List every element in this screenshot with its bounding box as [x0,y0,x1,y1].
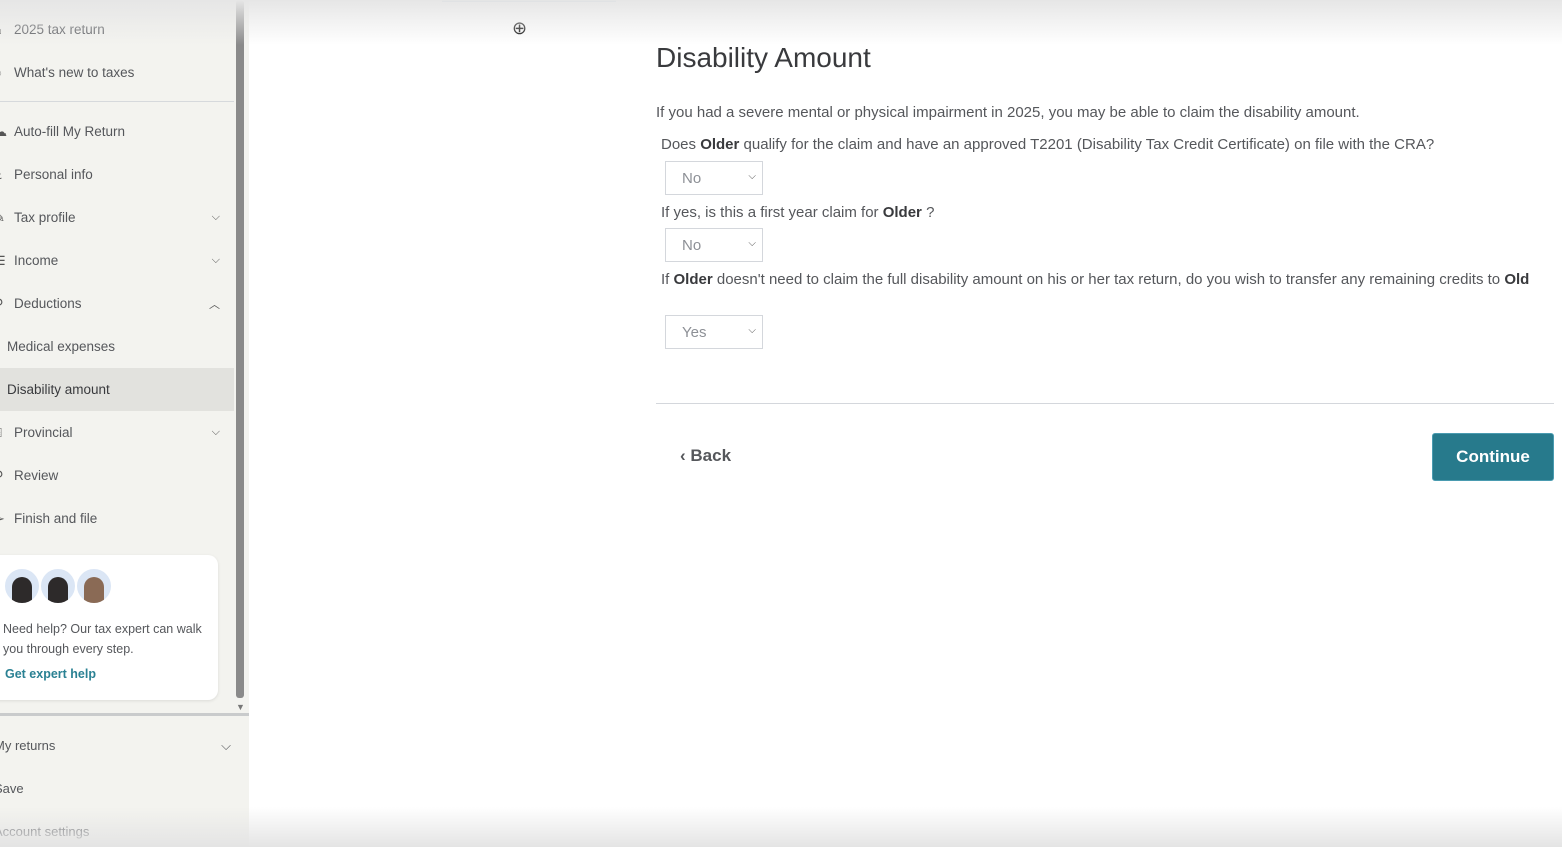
divider [0,713,249,716]
save-item[interactable]: Save [0,781,243,796]
expert-avatars [3,567,113,605]
t2201-select[interactable]: No ⌵ [665,161,763,195]
sidebar-item-finish-and-file[interactable]: ➢Finish and file [0,497,234,540]
chevron-down-icon: ⌵ [211,254,220,266]
intro-text: If you had a severe mental or physical i… [656,104,1360,121]
sidebar-item-disability-amount[interactable]: Disability amount [0,368,234,411]
text: ? [921,204,935,221]
sidebar-scrollbar[interactable] [236,0,244,698]
label: Deductions [14,296,82,311]
name: Older [882,204,922,221]
question-1: Does Older qualify for the claim and hav… [661,135,1551,154]
my-returns-item[interactable]: My returns ⌵ [0,738,243,753]
first-year-select[interactable]: No ⌵ [665,228,763,262]
text: doesn't need to claim the full disabilit… [712,271,1505,288]
expert-help-card: Need help? Our tax expert can walk you t… [0,555,218,700]
chevron-down-icon: ⌵ [221,738,231,753]
edit-icon: ✎ [0,210,14,226]
sidebar-item-tax-return[interactable]: ⌂2025 tax return [0,8,234,51]
home-icon: ⌂ [0,22,14,37]
text: Does [661,136,701,153]
sidebar-item-personal-info[interactable]: ᴥPersonal info [0,153,234,196]
chevron-down-icon: ⌵ [211,211,220,223]
sidebar-item-income[interactable]: ☰Income ⌵ [0,239,234,282]
building-icon: ⌸ [0,425,14,441]
text: If [661,271,674,288]
income-icon: ☰ [0,253,14,269]
label: Auto-fill My Return [14,124,126,139]
sidebar-item-deductions[interactable]: ⚲Deductions ︿ [0,282,234,325]
divider [0,101,234,102]
avatar [39,567,77,605]
review-icon: ⚲ [0,468,14,484]
sidebar-item-review[interactable]: ⚲Review [0,454,234,497]
label: Provincial [14,425,73,440]
label: Finish and file [14,511,98,526]
person-icon: ᴥ [0,167,14,182]
text: If yes, is this a first year claim for [661,204,883,221]
chevron-down-icon: ⌵ [748,325,756,336]
label: My returns [0,738,56,753]
account-settings-item[interactable]: Account settings [0,824,243,839]
sidebar-item-whats-new[interactable]: ◌What's new to taxes [0,51,234,94]
chevron-down-icon: ⌵ [748,238,756,249]
get-expert-help-link[interactable]: Get expert help [5,667,96,681]
sidebar-item-auto-fill[interactable]: ☁ Auto-fill My Return [0,110,234,153]
cloud-icon: ☁ [0,123,7,139]
sidebar: ⌂2025 tax return ◌What's new to taxes ☁ A… [0,0,249,847]
label: Personal info [14,167,93,182]
label: Account settings [0,824,90,839]
sidebar-item-medical-expenses[interactable]: Medical expenses [0,325,234,368]
name: Old [1504,271,1530,288]
bell-icon: ◌ [0,65,14,80]
sidebar-item-provincial[interactable]: ⌸Provincial ⌵ [0,411,234,454]
avatar [3,567,41,605]
chevron-left-icon: ‹ [680,446,691,465]
name: Older [700,136,740,153]
text: qualify for the claim and have an approv… [739,136,1435,153]
help-text: Need help? Our tax expert can walk you t… [3,622,202,656]
sidebar-item-tax-profile[interactable]: ✎Tax profile ⌵ [0,196,234,239]
label: Medical expenses [7,339,116,354]
active-tab-indicator [442,0,616,2]
label: Back [690,446,732,465]
deductions-icon: ⚲ [0,296,14,312]
question-3: If Older doesn't need to claim the full … [661,270,1551,289]
name: Older [673,271,713,288]
label: Review [14,468,59,483]
transfer-select[interactable]: Yes ⌵ [665,315,763,349]
label: Income [14,253,59,268]
divider [656,403,1554,404]
value: No [682,170,702,187]
question-2: If yes, is this a first year claim for O… [661,203,1551,222]
back-button[interactable]: ‹ Back [680,446,731,466]
send-icon: ➢ [0,511,14,527]
value: No [682,237,702,254]
chevron-up-icon: ︿ [209,298,220,311]
scroll-down-arrow-icon[interactable]: ▼ [236,702,245,712]
label: Tax profile [14,210,76,225]
label: Disability amount [7,382,110,397]
chevron-down-icon: ⌵ [748,171,756,182]
label: 2025 tax return [14,22,105,37]
avatar [75,567,113,605]
continue-button[interactable]: Continue [1432,433,1554,481]
zoom-cursor-icon: ⊕ [512,18,528,38]
value: Yes [682,324,707,341]
page-title: Disability Amount [656,42,871,73]
label: Save [0,781,24,796]
label: What's new to taxes [14,65,135,80]
chevron-down-icon: ⌵ [211,426,220,438]
